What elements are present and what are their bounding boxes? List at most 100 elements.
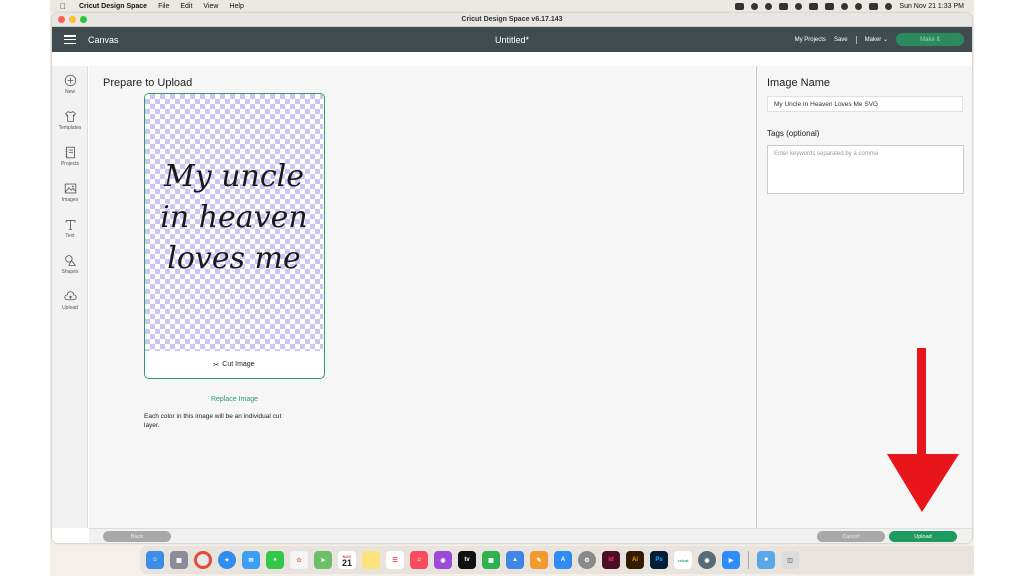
sidebar-item-images[interactable]: Images [52, 174, 88, 210]
notebook-icon [65, 146, 75, 158]
cricut-status-icon[interactable] [765, 2, 773, 10]
zoom-icon[interactable]: ▶ [722, 551, 740, 569]
app-window: Cricut Design Space v6.17.143 Canvas Unt… [52, 13, 972, 543]
menubar-status-area: Sun Nov 21 1:33 PM [735, 0, 964, 12]
header-divider [855, 35, 857, 44]
battery-icon[interactable] [825, 2, 835, 10]
apple-menu-icon[interactable]:  [60, 2, 66, 11]
creative-cloud-icon[interactable] [751, 2, 759, 10]
text-icon [65, 219, 75, 230]
system-preferences-icon[interactable]: ⚙ [578, 551, 596, 569]
preview-image-text: My uncle in heaven loves me [145, 156, 323, 279]
window-title: Cricut Design Space v6.17.143 [461, 16, 563, 23]
moon-icon[interactable] [795, 2, 803, 10]
image-name-label: Image Name [767, 77, 830, 89]
hamburger-menu-icon[interactable] [64, 35, 76, 44]
notes-icon[interactable] [362, 551, 380, 569]
page-title: Prepare to Upload [103, 77, 193, 89]
sidebar-item-new[interactable]: New [52, 66, 88, 102]
left-sidebar: New Templates Projects Images Text Shape… [52, 66, 88, 528]
menubar-view[interactable]: View [203, 3, 218, 10]
upload-button[interactable]: Upload [889, 531, 957, 542]
sidebar-item-templates[interactable]: Templates [52, 102, 88, 138]
menubar-file[interactable]: File [158, 3, 169, 10]
maps-icon[interactable]: ➤ [314, 551, 332, 569]
bluetooth-icon[interactable] [809, 2, 819, 10]
photoshop-icon[interactable]: Ps [650, 551, 668, 569]
image-icon [64, 183, 76, 193]
search-icon[interactable] [855, 2, 863, 10]
indesign-icon[interactable]: Id [602, 551, 620, 569]
menubar-edit[interactable]: Edit [180, 3, 192, 10]
window-titlebar: Cricut Design Space v6.17.143 [52, 13, 972, 27]
make-it-button[interactable]: Make It [896, 33, 964, 46]
trash-icon[interactable]: ◫ [781, 551, 799, 569]
display-icon[interactable] [779, 2, 789, 10]
illustrator-icon[interactable]: Ai [626, 551, 644, 569]
reminders-icon[interactable]: ☰ [386, 551, 404, 569]
image-name-input[interactable] [767, 96, 963, 112]
mail-icon[interactable]: ✉ [242, 551, 260, 569]
cancel-button[interactable]: Cancel [817, 531, 885, 542]
minimize-window-icon[interactable] [69, 16, 76, 23]
my-projects-link[interactable]: My Projects [795, 37, 826, 43]
menubar-app-name[interactable]: Cricut Design Space [79, 3, 147, 10]
back-button[interactable]: Back [103, 531, 171, 542]
tags-label: Tags (optional) [767, 129, 820, 138]
window-controls [58, 16, 87, 23]
header-actions: My Projects Save Maker ⌄ Make It [795, 33, 964, 46]
mac-menubar:  Cricut Design Space File Edit View Hel… [50, 0, 974, 12]
footer-bar: Back Cancel Upload [89, 528, 972, 543]
cricut-icon[interactable]: cricut [674, 551, 692, 569]
podcasts-icon[interactable]: ◉ [434, 551, 452, 569]
menubar-help[interactable]: Help [229, 3, 243, 10]
sidebar-item-label: Shapes [61, 268, 79, 275]
calendar-day: 21 [341, 558, 352, 568]
dropbox-icon[interactable] [735, 2, 745, 10]
zoom-window-icon[interactable] [80, 16, 87, 23]
sidebar-item-shapes[interactable]: Shapes [52, 246, 88, 282]
chrome-icon[interactable] [194, 551, 212, 569]
machine-select[interactable]: Maker ⌄ [865, 36, 888, 43]
screen-frame:  Cricut Design Space File Edit View Hel… [50, 0, 974, 576]
control-center-icon[interactable] [869, 2, 879, 10]
music-icon[interactable]: ♫ [410, 551, 428, 569]
sidebar-item-label: Projects [60, 160, 80, 167]
menubar-clock[interactable]: Sun Nov 21 1:33 PM [899, 3, 964, 10]
sidebar-item-projects[interactable]: Projects [52, 138, 88, 174]
tv-icon[interactable]: tv [458, 551, 476, 569]
dock-divider [748, 551, 749, 569]
plus-circle-icon [64, 74, 76, 86]
photos-icon[interactable]: ✿ [290, 551, 308, 569]
app-store-icon[interactable]: A [554, 551, 572, 569]
folder-icon[interactable]: ■ [757, 551, 775, 569]
messages-icon[interactable]: ● [266, 551, 284, 569]
replace-image-link[interactable]: Replace Image [144, 396, 325, 403]
document-title: Untitled* [494, 34, 530, 45]
camera-icon[interactable]: ◉ [698, 551, 716, 569]
canvas-link[interactable]: Canvas [88, 35, 119, 45]
mac-dock: ☺ ▦ ✦ ✉ ● ✿ ➤ NOV 21 ☰ ♫ ◉ tv ▦ ▲ ✎ A ⚙ I… [140, 546, 974, 574]
shapes-icon [64, 254, 76, 266]
save-link[interactable]: Save [834, 37, 848, 43]
sidebar-item-label: Upload [62, 304, 78, 311]
calendar-icon[interactable]: NOV 21 [338, 551, 356, 569]
cut-image-label: Cut Image [222, 361, 255, 368]
launchpad-icon[interactable]: ▦ [170, 551, 188, 569]
preview-line: My uncle [164, 159, 304, 194]
pages-icon[interactable]: ✎ [530, 551, 548, 569]
tags-input[interactable] [767, 145, 964, 194]
sidebar-item-label: Text [65, 232, 75, 239]
sidebar-item-upload[interactable]: Upload [52, 282, 88, 318]
safari-icon[interactable]: ✦ [218, 551, 236, 569]
cut-image-option[interactable]: ✂ Cut Image [145, 351, 323, 378]
main-content: Prepare to Upload My uncle in heaven lov… [89, 66, 755, 528]
finder-icon[interactable]: ☺ [146, 551, 164, 569]
siri-icon[interactable] [885, 2, 893, 10]
image-preview-card: My uncle in heaven loves me ✂ Cut Image [144, 93, 325, 379]
close-window-icon[interactable] [58, 16, 65, 23]
numbers-icon[interactable]: ▦ [482, 551, 500, 569]
keynote-icon[interactable]: ▲ [506, 551, 524, 569]
sidebar-item-text[interactable]: Text [52, 210, 88, 246]
wifi-icon[interactable] [841, 2, 849, 10]
